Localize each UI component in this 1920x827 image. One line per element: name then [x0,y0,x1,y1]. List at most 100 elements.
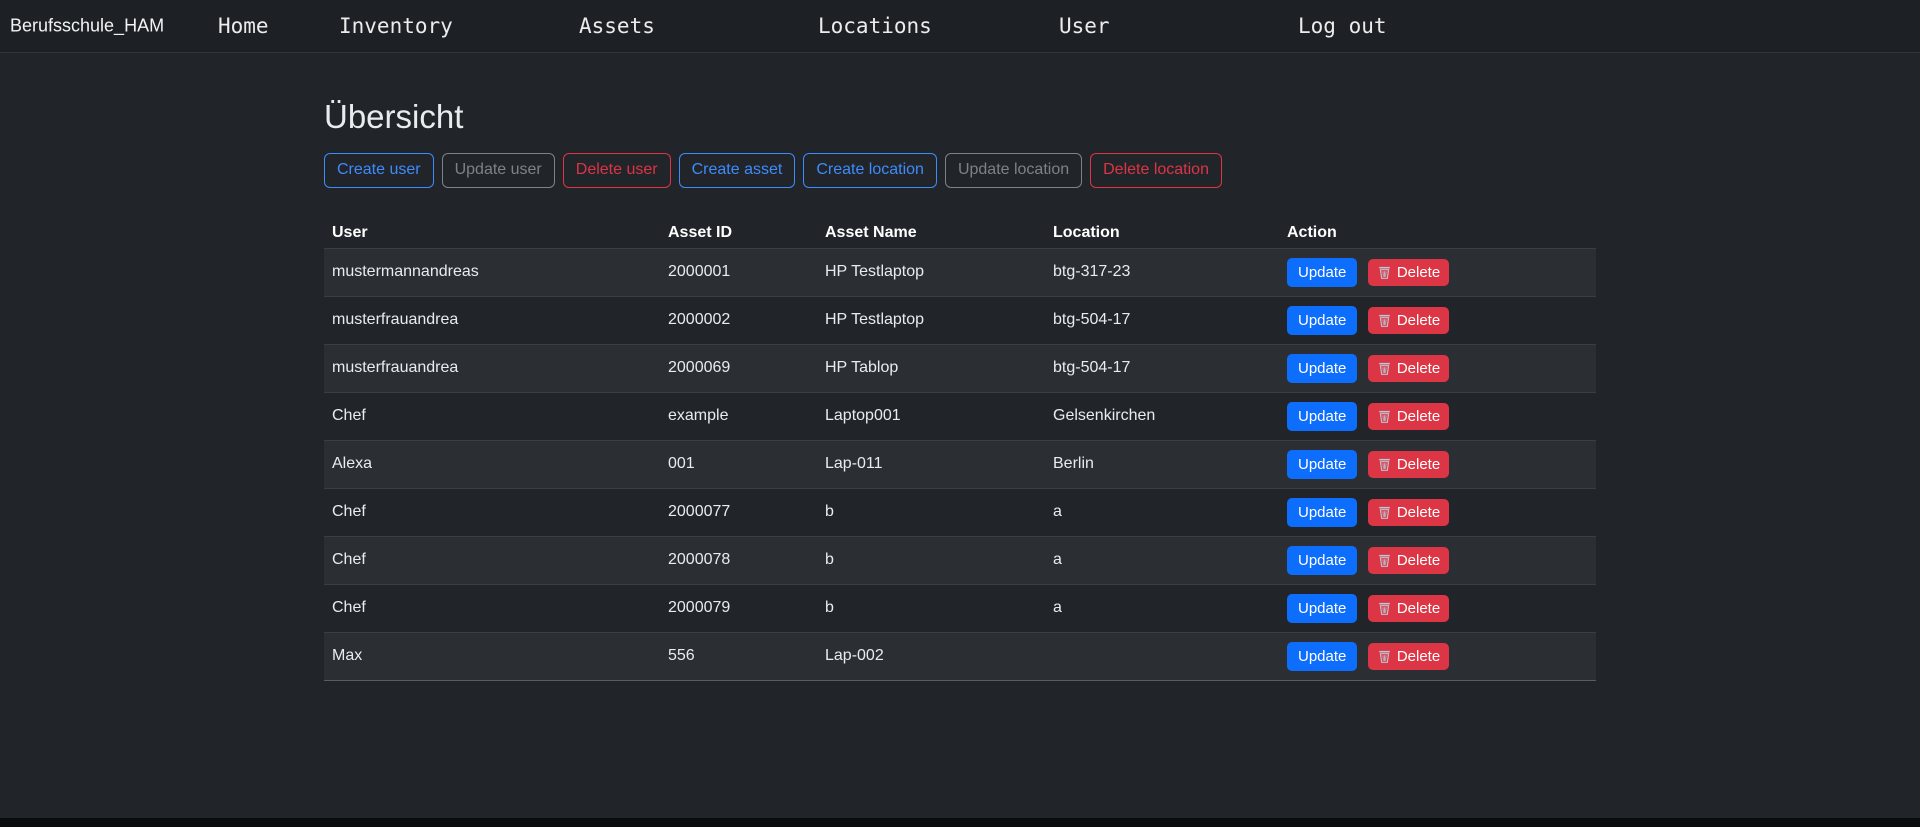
row-delete-button[interactable]: Delete [1368,307,1449,334]
cell-user: Max [324,632,660,680]
row-update-button[interactable]: Update [1287,402,1357,431]
cell-action: Update Delete [1279,632,1596,680]
assets-table: User Asset ID Asset Name Location Action… [324,218,1596,681]
cell-action: Update Delete [1279,440,1596,488]
update-user-button[interactable]: Update user [442,153,555,188]
header-location: Location [1045,218,1279,249]
trash-icon [1377,409,1392,424]
delete-location-button[interactable]: Delete location [1090,153,1222,188]
row-update-button[interactable]: Update [1287,450,1357,479]
cell-action: Update Delete [1279,488,1596,536]
cell-asset-name: b [817,488,1045,536]
trash-icon [1377,649,1392,664]
nav-item-assets[interactable]: Assets [579,14,818,38]
row-delete-label: Delete [1397,312,1440,329]
window-bottom-edge [0,818,1920,827]
brand-link[interactable]: Berufsschule_HAM [10,16,164,37]
cell-asset-name: b [817,536,1045,584]
cell-user: mustermannandreas [324,248,660,296]
row-delete-label: Delete [1397,504,1440,521]
row-delete-label: Delete [1397,552,1440,569]
row-update-button[interactable]: Update [1287,594,1357,623]
cell-user: Alexa [324,440,660,488]
row-delete-label: Delete [1397,264,1440,281]
table-row: Chef 2000078 b a Update Delete [324,536,1596,584]
trash-icon [1377,457,1392,472]
cell-action: Update Delete [1279,536,1596,584]
nav-links: HomeInventoryAssetsLocationsUserLog out [218,0,1387,52]
table-row: Chef 2000077 b a Update Delete [324,488,1596,536]
cell-asset-id: 556 [660,632,817,680]
create-asset-button[interactable]: Create asset [679,153,796,188]
cell-location: a [1045,488,1279,536]
row-delete-button[interactable]: Delete [1368,643,1449,670]
cell-asset-id: 001 [660,440,817,488]
main-content: Übersicht Create userUpdate userDelete u… [324,53,1596,681]
table-row: Chef example Laptop001 Gelsenkirchen Upd… [324,392,1596,440]
cell-location: Berlin [1045,440,1279,488]
navbar: Berufsschule_HAM HomeInventoryAssetsLoca… [0,0,1920,53]
row-delete-button[interactable]: Delete [1368,259,1449,286]
row-delete-button[interactable]: Delete [1368,499,1449,526]
cell-location: Gelsenkirchen [1045,392,1279,440]
row-delete-button[interactable]: Delete [1368,355,1449,382]
row-delete-button[interactable]: Delete [1368,451,1449,478]
row-delete-label: Delete [1397,456,1440,473]
nav-item-user[interactable]: User [1059,14,1298,38]
trash-icon [1377,265,1392,280]
nav-item-home[interactable]: Home [218,14,339,38]
cell-user: musterfrauandrea [324,344,660,392]
table-row: musterfrauandrea 2000069 HP Tablop btg-5… [324,344,1596,392]
cell-location: a [1045,584,1279,632]
cell-asset-id: 2000002 [660,296,817,344]
trash-icon [1377,313,1392,328]
table-row: Alexa 001 Lap-011 Berlin Update Delete [324,440,1596,488]
header-user: User [324,218,660,249]
update-location-button[interactable]: Update location [945,153,1082,188]
cell-asset-id: 2000069 [660,344,817,392]
row-update-button[interactable]: Update [1287,546,1357,575]
row-update-button[interactable]: Update [1287,306,1357,335]
row-update-button[interactable]: Update [1287,642,1357,671]
cell-location: btg-317-23 [1045,248,1279,296]
row-update-button[interactable]: Update [1287,258,1357,287]
cell-asset-id: 2000001 [660,248,817,296]
cell-action: Update Delete [1279,248,1596,296]
cell-user: Chef [324,536,660,584]
cell-action: Update Delete [1279,584,1596,632]
cell-location: btg-504-17 [1045,296,1279,344]
nav-item-inventory[interactable]: Inventory [339,14,579,38]
cell-asset-name: HP Tablop [817,344,1045,392]
table-row: Chef 2000079 b a Update Delete [324,584,1596,632]
create-location-button[interactable]: Create location [803,153,937,188]
table-row: mustermannandreas 2000001 HP Testlaptop … [324,248,1596,296]
cell-user: Chef [324,584,660,632]
cell-user: musterfrauandrea [324,296,660,344]
cell-action: Update Delete [1279,344,1596,392]
nav-item-locations[interactable]: Locations [818,14,1059,38]
cell-user: Chef [324,392,660,440]
row-delete-button[interactable]: Delete [1368,547,1449,574]
row-delete-label: Delete [1397,360,1440,377]
row-delete-label: Delete [1397,648,1440,665]
table-row: Max 556 Lap-002 Update Delete [324,632,1596,680]
cell-asset-name: HP Testlaptop [817,248,1045,296]
cell-asset-name: Lap-011 [817,440,1045,488]
row-update-button[interactable]: Update [1287,354,1357,383]
row-update-button[interactable]: Update [1287,498,1357,527]
cell-action: Update Delete [1279,296,1596,344]
delete-user-button[interactable]: Delete user [563,153,671,188]
create-user-button[interactable]: Create user [324,153,434,188]
header-asset-id: Asset ID [660,218,817,249]
cell-asset-id: 2000077 [660,488,817,536]
nav-item-log-out[interactable]: Log out [1298,14,1387,38]
trash-icon [1377,553,1392,568]
toolbar: Create userUpdate userDelete userCreate … [324,153,1596,188]
row-delete-label: Delete [1397,600,1440,617]
table-body: mustermannandreas 2000001 HP Testlaptop … [324,248,1596,680]
header-action: Action [1279,218,1596,249]
cell-action: Update Delete [1279,392,1596,440]
row-delete-button[interactable]: Delete [1368,595,1449,622]
row-delete-button[interactable]: Delete [1368,403,1449,430]
table-header: User Asset ID Asset Name Location Action [324,218,1596,249]
